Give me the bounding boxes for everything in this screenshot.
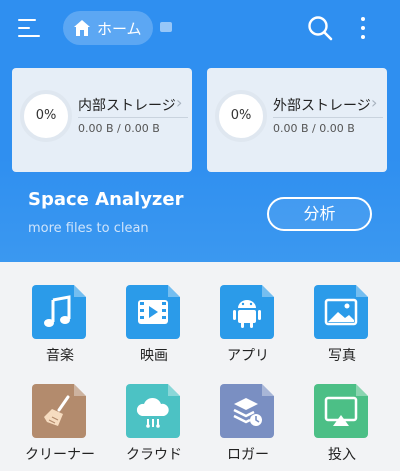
category-label: 投入 bbox=[328, 447, 356, 463]
menu-icon[interactable] bbox=[18, 17, 42, 39]
toolbar: ホーム bbox=[0, 0, 400, 56]
divider bbox=[78, 117, 188, 118]
chevron-right-icon: › bbox=[176, 93, 183, 112]
broom-icon bbox=[44, 395, 70, 426]
category-label: 映画 bbox=[140, 348, 168, 364]
category-label: クラウド bbox=[126, 447, 182, 463]
home-icon bbox=[74, 20, 90, 36]
cast-icon bbox=[324, 396, 358, 426]
chevron-right-icon: › bbox=[371, 93, 378, 112]
search-icon[interactable] bbox=[306, 14, 334, 42]
home-label: ホーム bbox=[97, 20, 142, 38]
storage-size: 0.00 B / 0.00 B bbox=[273, 122, 355, 135]
category-label: クリーナー bbox=[25, 447, 95, 463]
storage-name: 外部ストレージ bbox=[273, 98, 371, 114]
layers-clock-icon bbox=[233, 398, 262, 426]
category-label: ロガー bbox=[227, 447, 269, 463]
home-breadcrumb-button[interactable]: ホーム bbox=[63, 11, 153, 45]
space-analyzer-subtitle: more files to clean bbox=[28, 221, 149, 236]
category-label: 写真 bbox=[328, 348, 356, 364]
internal-storage-card[interactable]: 0% 内部ストレージ › 0.00 B / 0.00 B bbox=[12, 68, 192, 172]
category-label: アプリ bbox=[227, 348, 269, 364]
video-play-icon bbox=[138, 300, 168, 324]
cloud-icon bbox=[136, 397, 169, 428]
category-label: 音楽 bbox=[46, 348, 74, 364]
storage-size: 0.00 B / 0.00 B bbox=[78, 122, 160, 135]
storage-name: 内部ストレージ bbox=[78, 98, 176, 114]
music-note-icon bbox=[44, 295, 71, 327]
divider bbox=[273, 117, 383, 118]
analyze-button[interactable]: 分析 bbox=[267, 197, 372, 231]
usage-percent: 0% bbox=[35, 108, 57, 123]
tab-indicator-icon bbox=[160, 22, 172, 32]
more-options-icon[interactable] bbox=[356, 15, 370, 41]
android-icon bbox=[233, 300, 261, 328]
image-icon bbox=[324, 298, 358, 326]
space-analyzer-title: Space Analyzer bbox=[28, 189, 184, 210]
external-storage-card[interactable]: 0% 外部ストレージ › 0.00 B / 0.00 B bbox=[207, 68, 387, 172]
header-panel: ホーム 0% 内部ストレージ › 0.00 B / 0.00 B 0% 外部スト… bbox=[0, 0, 400, 262]
usage-percent: 0% bbox=[230, 108, 252, 123]
